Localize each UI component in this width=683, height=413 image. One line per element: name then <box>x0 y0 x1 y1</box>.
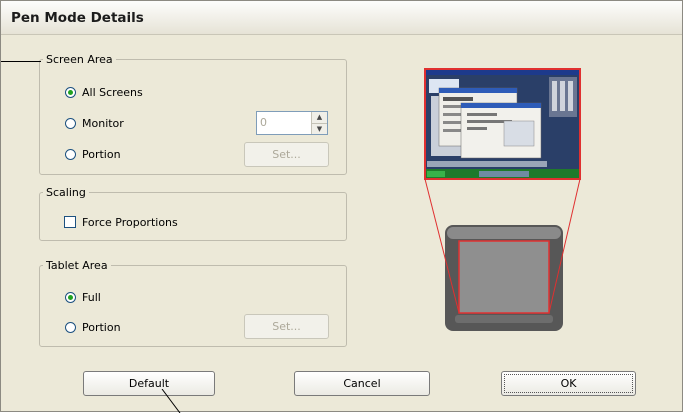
radio-selected-dot-icon <box>68 89 73 95</box>
spin-up-arrow-icon[interactable]: ▲ <box>312 112 327 123</box>
callout-line-default <box>161 389 181 413</box>
spin-down-arrow-icon[interactable]: ▼ <box>312 122 327 134</box>
title-bar: Pen Mode Details <box>1 1 682 35</box>
screen-thumbnail-icon <box>424 68 581 180</box>
radio-all-screens[interactable]: All Screens <box>65 84 143 100</box>
tablet-icon <box>445 225 563 331</box>
spinner-arrows[interactable]: ▲ ▼ <box>311 112 327 134</box>
radio-tablet-full-label[interactable]: Full <box>82 291 101 304</box>
radio-button-icon[interactable] <box>65 117 76 129</box>
radio-tablet-portion[interactable]: Portion <box>65 319 121 335</box>
force-proportions-label[interactable]: Force Proportions <box>82 216 178 229</box>
monitor-number-input[interactable]: 0 <box>257 112 311 134</box>
ok-button[interactable]: OK <box>501 371 636 396</box>
radio-tablet-portion-label[interactable]: Portion <box>82 321 121 334</box>
pen-mode-details-dialog: Pen Mode Details Screen Area All Screens… <box>0 0 683 413</box>
radio-all-screens-label[interactable]: All Screens <box>82 86 143 99</box>
screen-area-legend: Screen Area <box>46 53 113 66</box>
default-button[interactable]: Default <box>83 371 215 396</box>
radio-screen-portion[interactable]: Portion <box>65 146 121 162</box>
screen-set-button[interactable]: Set... <box>244 142 329 167</box>
checkbox-icon[interactable] <box>64 216 76 228</box>
mapping-preview <box>424 68 581 331</box>
radio-monitor-label[interactable]: Monitor <box>82 117 124 130</box>
radio-screen-portion-label[interactable]: Portion <box>82 148 121 161</box>
force-proportions-checkbox[interactable]: Force Proportions <box>64 214 178 230</box>
radio-button-icon[interactable] <box>65 291 76 303</box>
radio-monitor[interactable]: Monitor <box>65 115 124 131</box>
radio-tablet-full[interactable]: Full <box>65 289 101 305</box>
tablet-set-button[interactable]: Set... <box>244 314 329 339</box>
radio-button-icon[interactable] <box>65 321 76 333</box>
tablet-area-legend: Tablet Area <box>46 259 108 272</box>
cancel-button[interactable]: Cancel <box>294 371 430 396</box>
radio-button-icon[interactable] <box>65 148 76 160</box>
dialog-title: Pen Mode Details <box>11 10 144 26</box>
radio-selected-dot-icon <box>68 294 73 300</box>
callout-line-screen-area <box>1 61 41 62</box>
monitor-number-spinner[interactable]: 0 ▲ ▼ <box>256 111 328 135</box>
scaling-legend: Scaling <box>46 186 86 199</box>
radio-button-icon[interactable] <box>65 86 76 98</box>
